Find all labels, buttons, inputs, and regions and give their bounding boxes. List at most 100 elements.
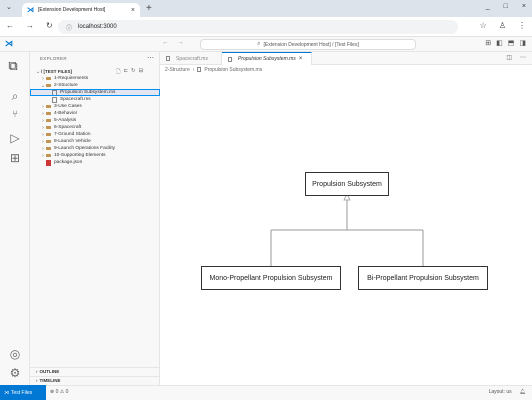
- tree-folder[interactable]: › 4-Behavior: [30, 110, 160, 117]
- command-center-label: [Extension Development Host] / [Test Fil…: [263, 41, 359, 48]
- status-bar: [0, 385, 532, 400]
- timeline-section[interactable]: › TIMELINE: [30, 376, 160, 384]
- tree-file-selected[interactable]: Propulsion Subsystem.ms: [30, 89, 160, 96]
- tree-folder-label: 2-Structure: [54, 83, 78, 88]
- tree-folder-label: 5-Analysis: [54, 118, 77, 123]
- maximize-button[interactable]: □: [504, 3, 508, 10]
- source-control-icon[interactable]: ⑂: [7, 109, 23, 120]
- folder-open-icon: [46, 83, 51, 88]
- file-icon: [197, 67, 202, 72]
- more-actions-icon[interactable]: ⋯: [147, 54, 154, 62]
- folder-icon: [46, 76, 51, 81]
- forward-icon[interactable]: →: [26, 21, 34, 30]
- tree-folder[interactable]: › 9-Launch Operations Facility: [30, 145, 160, 152]
- tree-folder-label: 6-Spacecraft: [54, 125, 82, 130]
- tree-folder-label: 7-Ground Station: [54, 132, 91, 137]
- search-icon[interactable]: ⌕: [7, 89, 23, 104]
- diagram-connectors: [270, 193, 424, 266]
- manage-gear-icon[interactable]: ⚙: [7, 366, 23, 380]
- close-window-button[interactable]: ×: [522, 3, 526, 10]
- editor-tab-propulsion[interactable]: Propulsion Subsystem.ms ×: [222, 52, 312, 65]
- file-icon: [166, 56, 170, 61]
- chevron-right-icon: ›: [36, 378, 38, 383]
- tree-folder-label: 8-Launch Vehicle: [54, 139, 91, 144]
- more-actions-icon[interactable]: ⋯: [520, 54, 526, 61]
- breadcrumb-folder[interactable]: 2-Structure: [165, 67, 190, 73]
- back-icon[interactable]: ←: [6, 21, 14, 30]
- tree-folder[interactable]: › 7-Ground Station: [30, 131, 160, 138]
- editor-tab-label: Propulsion Subsystem.ms: [238, 56, 296, 62]
- tree-folder[interactable]: › 3-Use Cases: [30, 103, 160, 110]
- address-bar[interactable]: ⓘ localhost:3000: [58, 20, 458, 34]
- remote-icon: ⋊: [4, 389, 9, 396]
- activity-bar: ⧉ ⌕ ⑂ ▷ ⊞ ◎ ⚙: [0, 52, 30, 385]
- npm-icon: [46, 159, 51, 166]
- diagram-node-child[interactable]: Bi-Propellant Propulsion Subsystem: [358, 266, 488, 290]
- accounts-icon[interactable]: ◎: [7, 347, 23, 361]
- chevron-right-icon: ›: [36, 369, 38, 374]
- url-text: localhost:3000: [78, 24, 117, 30]
- breadcrumb-file[interactable]: Propulsion Subsystem.ms: [204, 67, 262, 73]
- site-info-icon[interactable]: ⓘ: [66, 23, 72, 32]
- diagram-node-child[interactable]: Mono-Propellant Propulsion Subsystem: [201, 266, 341, 290]
- outline-section[interactable]: › OUTLINE: [30, 367, 160, 375]
- browser-menu-icon[interactable]: ⋮: [518, 21, 526, 30]
- outline-label: OUTLINE: [39, 369, 60, 374]
- problems-indicator[interactable]: ⊗ 0 ⚠ 0: [50, 389, 68, 395]
- folder-icon: [46, 125, 51, 130]
- timeline-label: TIMELINE: [39, 378, 61, 383]
- remote-indicator[interactable]: ⋊ Test Files: [0, 385, 46, 400]
- notifications-bell-icon[interactable]: 🔔︎: [520, 389, 526, 395]
- keyboard-layout[interactable]: Layout: us: [489, 389, 512, 395]
- tree-file[interactable]: Spacecraft.ms: [30, 96, 160, 103]
- tree-folder[interactable]: › 5-Analysis: [30, 117, 160, 124]
- tree-folder[interactable]: › 1-Requirements: [30, 75, 160, 82]
- explorer-icon[interactable]: ⧉: [5, 58, 21, 74]
- toggle-secondary-sidebar-icon[interactable]: ◨: [519, 39, 526, 47]
- customize-layout-icon[interactable]: ⊞: [485, 39, 491, 47]
- editor-tab-spacecraft[interactable]: Spacecraft.ms: [160, 52, 222, 65]
- file-icon: [228, 56, 232, 62]
- tree-file[interactable]: package.json: [30, 159, 160, 166]
- new-tab-button[interactable]: +: [146, 3, 152, 14]
- split-editor-icon[interactable]: ◫: [506, 54, 512, 61]
- tree-folder[interactable]: ⌄ 2-Structure: [30, 82, 160, 89]
- toggle-sidebar-icon[interactable]: ◧: [496, 39, 503, 47]
- close-tab-icon[interactable]: ×: [131, 7, 135, 14]
- reload-icon[interactable]: ↻: [46, 21, 53, 30]
- tree-root-label: / [TEST FILES]: [41, 69, 72, 74]
- explorer-header: EXPLORER: [40, 56, 67, 61]
- tree-folder-label: 3-Use Cases: [54, 104, 82, 109]
- tree-folder-label: 1-Requirements: [54, 76, 89, 81]
- folder-icon: [46, 139, 51, 144]
- minimize-button[interactable]: _: [486, 3, 490, 10]
- browser-nav: ← → ↻: [6, 21, 53, 30]
- editor-actions: ◫ ⋯: [506, 54, 526, 61]
- profile-icon[interactable]: ♙: [499, 21, 506, 30]
- bookmark-star-icon[interactable]: ☆: [480, 21, 487, 30]
- status-right: Layout: us 🔔︎: [489, 389, 526, 395]
- run-debug-icon[interactable]: ▷: [7, 131, 23, 145]
- folder-icon: [46, 111, 51, 116]
- go-back-icon[interactable]: ←: [162, 39, 169, 46]
- tab-search-icon[interactable]: ⌄: [6, 3, 12, 11]
- command-center[interactable]: ⌕ [Extension Development Host] / [Test F…: [200, 39, 416, 50]
- browser-tab[interactable]: ⋊ [Extension Development Host] ×: [22, 3, 140, 17]
- browser-actions: ☆ ♙ ⋮: [480, 21, 526, 30]
- remote-label: Test Files: [11, 389, 33, 396]
- toggle-panel-icon[interactable]: ⬒: [508, 39, 515, 47]
- tree-file-label: Spacecraft.ms: [60, 97, 91, 102]
- file-icon: [52, 89, 57, 96]
- tree-folder[interactable]: › 6-Spacecraft: [30, 124, 160, 131]
- close-icon[interactable]: ×: [299, 56, 303, 62]
- window-controls: _ □ ×: [486, 3, 526, 10]
- layout-controls: ⊞ ◧ ⬒ ◨: [485, 39, 526, 47]
- diagram-node-root[interactable]: Propulsion Subsystem: [305, 172, 389, 196]
- go-forward-icon[interactable]: →: [177, 39, 184, 46]
- vscode-logo-icon: ⋊: [27, 7, 34, 14]
- extensions-icon[interactable]: ⊞: [7, 151, 23, 165]
- tree-folder-label: 9-Launch Operations Facility: [54, 146, 116, 151]
- tree-folder[interactable]: › 8-Launch Vehicle: [30, 138, 160, 145]
- tree-folder[interactable]: › 10-Supporting Elements: [30, 152, 160, 159]
- breadcrumb: 2-Structure › Propulsion Subsystem.ms: [165, 67, 262, 73]
